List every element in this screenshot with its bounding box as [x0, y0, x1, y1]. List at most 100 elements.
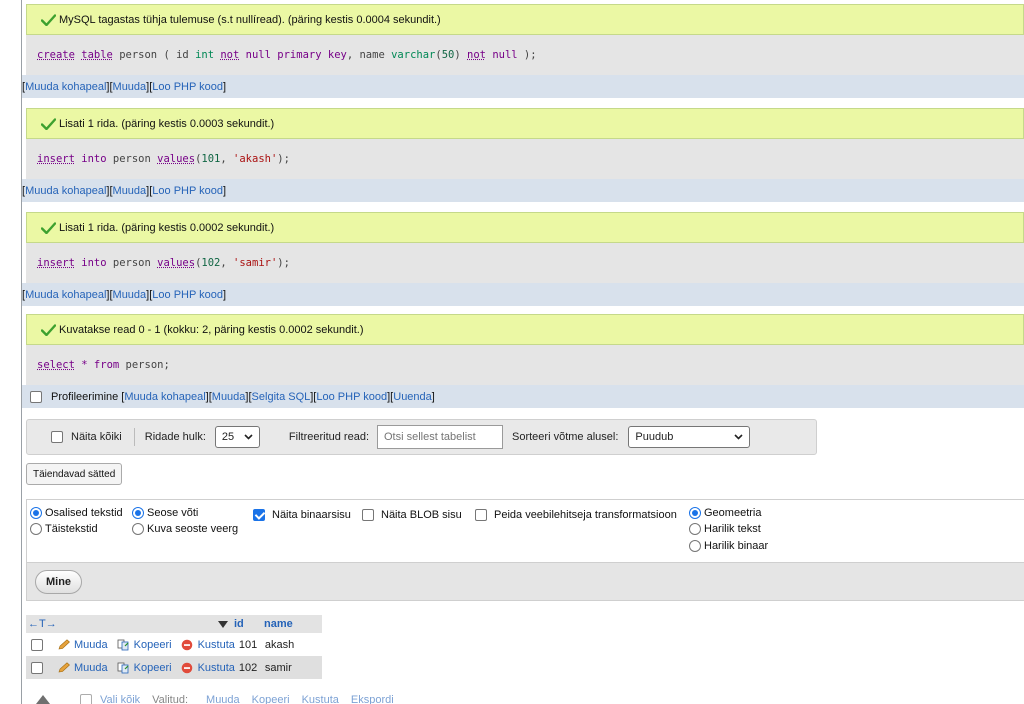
sql-token: primary — [277, 49, 322, 61]
show-blob-checkbox[interactable] — [362, 509, 374, 521]
cell-id[interactable]: 101 — [239, 639, 261, 651]
query-link-uuenda[interactable]: Uuenda — [393, 391, 432, 403]
sort-key-select[interactable]: Puudub — [628, 426, 751, 448]
extra-options-label: Täiendavad sätted — [33, 468, 116, 480]
plain-binary-radio[interactable] — [689, 540, 701, 552]
row-delete-label: Kustuta — [197, 638, 235, 651]
bulk-edit[interactable]: Muuda — [206, 694, 240, 704]
query-link-muuda[interactable]: Muuda — [113, 81, 147, 93]
query-link-muuda[interactable]: Muuda — [212, 391, 246, 403]
row-select-checkbox[interactable] — [31, 661, 43, 674]
table-header: ←T→ id name — [26, 615, 322, 633]
sql-query[interactable]: insert into person values(101, 'akash'); — [26, 139, 1024, 179]
option-show-blob[interactable]: Näita BLOB sisu — [362, 509, 462, 521]
hide-transform-checkbox[interactable] — [475, 509, 487, 521]
go-button[interactable]: Mine — [35, 570, 82, 594]
option-plain-text[interactable]: Harilik tekst — [689, 523, 761, 535]
success-check-icon — [41, 117, 56, 130]
row-delete-link[interactable]: Kustuta — [181, 639, 235, 651]
geometry-radio[interactable] — [689, 507, 701, 519]
profiling-checkbox[interactable] — [30, 390, 42, 403]
display-options-panel: Osalised tekstid Täistekstid Seose võti … — [26, 499, 1024, 563]
table-row: Muuda Kopeeri Kustuta 102 samir — [26, 656, 322, 679]
row-copy-link[interactable]: Kopeeri — [117, 639, 172, 651]
query-link-loo-php-kood[interactable]: Loo PHP kood — [316, 391, 387, 403]
query-link-muuda-kohapeal[interactable]: Muuda kohapeal — [25, 289, 106, 301]
sql-query[interactable]: insert into person values(102, 'samir'); — [26, 243, 1024, 283]
sql-token: into — [81, 257, 107, 269]
sql-token: , — [220, 153, 234, 165]
row-copy-link[interactable]: Kopeeri — [117, 662, 172, 674]
bulk-copy[interactable]: Kopeeri — [252, 694, 290, 704]
filter-rows-input[interactable]: Otsi sellest tabelist — [377, 425, 503, 449]
option-relation-column[interactable]: Kuva seoste veerg — [132, 523, 238, 535]
sql-token: select — [37, 359, 75, 371]
sql-token: insert — [37, 257, 75, 269]
query-link-loo-php-kood[interactable]: Loo PHP kood — [152, 185, 223, 197]
query-links-bar: [ Muuda kohapeal ][ Muuda ][ Loo PHP koo… — [22, 283, 1024, 306]
option-full-texts[interactable]: Täistekstid — [30, 523, 98, 535]
show-binary-label: Näita binaarsisu — [272, 509, 351, 521]
relation-key-radio[interactable] — [132, 507, 144, 519]
bulk-export[interactable]: Ekspordi — [351, 694, 394, 704]
option-show-binary[interactable]: Näita binaarsisu — [253, 509, 351, 521]
cell-name[interactable]: akash — [261, 639, 294, 651]
sql-token: , name — [346, 49, 392, 61]
plain-text-radio[interactable] — [689, 523, 701, 535]
extra-options-button[interactable]: Täiendavad sätted — [26, 463, 123, 485]
plain-text-label: Harilik tekst — [704, 523, 761, 535]
bulk-delete[interactable]: Kustuta — [302, 694, 339, 704]
success-message: MySQL tagastas tühja tulemuse (s.t nullí… — [26, 4, 1024, 35]
sql-token: 101 — [201, 153, 221, 165]
full-texts-radio[interactable] — [30, 523, 42, 535]
relation-column-radio[interactable] — [132, 523, 144, 535]
go-label: Mine — [45, 576, 72, 588]
success-check-icon — [41, 13, 56, 26]
show-all-checkbox[interactable] — [51, 431, 63, 443]
row-edit-link[interactable]: Muuda — [57, 662, 108, 674]
option-geometry[interactable]: Geomeetria — [689, 507, 761, 519]
success-message-text: Lisati 1 rida. (päring kestis 0.0002 sek… — [59, 221, 275, 234]
filter-placeholder: Otsi sellest tabelist — [384, 431, 476, 443]
cell-id[interactable]: 102 — [239, 662, 261, 674]
query-link-loo-php-kood[interactable]: Loo PHP kood — [152, 289, 223, 301]
query-link-selgita-sql[interactable]: Selgita SQL — [252, 391, 311, 403]
sort-label: Sorteeri võtme alusel: — [512, 431, 619, 443]
query-link-muuda-kohapeal[interactable]: Muuda kohapeal — [124, 391, 205, 403]
selected-label: Valitud: — [152, 694, 189, 704]
option-relation-key[interactable]: Seose võti — [132, 507, 198, 519]
sql-query[interactable]: create table person ( id int not null pr… — [26, 35, 1024, 75]
sql-token: ); — [277, 153, 290, 165]
query-link-muuda[interactable]: Muuda — [113, 185, 147, 197]
select-all-checkbox[interactable] — [80, 694, 92, 704]
option-hide-transform[interactable]: Peida veebilehitseja transformatsioon — [475, 509, 677, 521]
column-header-name[interactable]: name — [258, 618, 302, 630]
sql-token: not — [220, 49, 240, 61]
query-link-loo-php-kood[interactable]: Loo PHP kood — [152, 81, 223, 93]
geometry-label: Geomeetria — [704, 507, 762, 519]
row-edit-label: Muuda — [74, 638, 108, 651]
left-panel-edge — [0, 0, 22, 704]
row-edit-link[interactable]: Muuda — [57, 639, 108, 651]
sort-triangle-icon[interactable] — [218, 620, 228, 628]
sql-token: 'samir' — [233, 257, 278, 269]
option-plain-binary[interactable]: Harilik binaar — [689, 540, 768, 552]
partial-texts-radio[interactable] — [30, 507, 42, 519]
cell-name[interactable]: samir — [261, 662, 292, 674]
row-delete-label: Kustuta — [197, 661, 235, 674]
row-select-checkbox[interactable] — [31, 638, 43, 651]
select-all-label[interactable]: Vali kõik — [100, 694, 140, 704]
query-link-muuda[interactable]: Muuda — [113, 289, 147, 301]
option-partial-texts[interactable]: Osalised tekstid — [30, 507, 123, 519]
row-delete-link[interactable]: Kustuta — [181, 662, 235, 674]
sql-token: person — [106, 153, 158, 165]
query-link-muuda-kohapeal[interactable]: Muuda kohapeal — [25, 81, 106, 93]
sql-token: create — [37, 49, 75, 61]
show-binary-checkbox[interactable] — [253, 509, 265, 521]
column-header-id[interactable]: id — [234, 618, 258, 630]
column-arrows[interactable]: ←T→ — [26, 618, 218, 630]
query-link-muuda-kohapeal[interactable]: Muuda kohapeal — [25, 185, 106, 197]
rows-count-select[interactable]: 25 — [214, 426, 260, 448]
sql-token: 102 — [201, 257, 221, 269]
sql-query[interactable]: select * from person; — [26, 345, 1024, 385]
